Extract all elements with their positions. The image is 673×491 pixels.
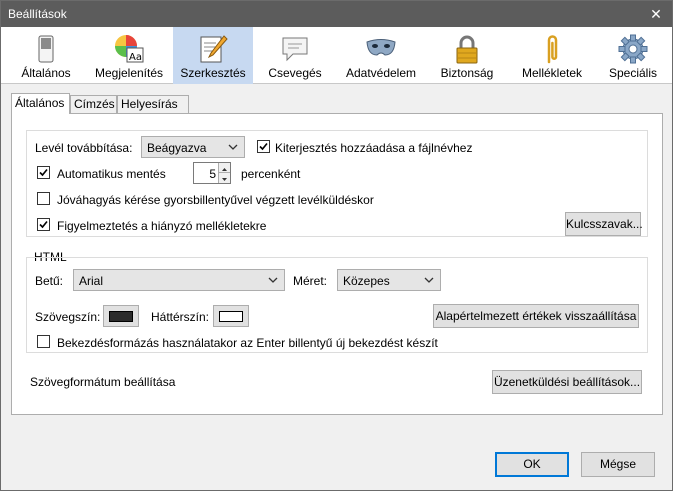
tab-altalanos[interactable]: Általános [7, 27, 85, 84]
checkmark-icon [39, 220, 48, 229]
cancel-button[interactable]: Mégse [581, 452, 655, 477]
tab-label: Mellékletek [521, 66, 583, 80]
stepper-up-icon[interactable] [218, 163, 230, 173]
autosave-unit: percenként [241, 167, 301, 181]
size-value: Közepes [343, 274, 390, 288]
tab-label: Általános [21, 66, 71, 80]
subtab-cimzes[interactable]: Címzés [70, 95, 117, 113]
send-options-button[interactable]: Üzenetküldési beállítások... [492, 370, 642, 394]
toggle-switch-icon [38, 35, 54, 63]
gear-icon [618, 34, 648, 64]
edit-document-icon [200, 35, 228, 63]
chevron-down-icon [268, 277, 278, 283]
confirm-label: Jóváhagyás kérése gyorsbillentyűvel végz… [57, 193, 374, 207]
html-group: Betű: Arial Méret: Közepes Szövegszín: H… [26, 257, 648, 353]
text-color-label: Szövegszín: [35, 310, 101, 324]
autosave-checkbox[interactable] [37, 166, 50, 179]
preferences-window: Beállítások ✕ Általános Aa Megjelenítés [0, 0, 673, 491]
text-format-label: Szövegformátum beállítása [30, 375, 176, 389]
autosave-stepper[interactable]: 5 [193, 162, 231, 184]
general-panel: Levél továbbítása: Beágyazva Kiterjeszté… [11, 113, 663, 415]
tab-label: Megjelenítés [94, 66, 164, 80]
checkmark-icon [39, 168, 48, 177]
title-bar: Beállítások ✕ [1, 1, 672, 27]
subtab-altalanos[interactable]: Általános [11, 93, 70, 114]
bg-color-label: Háttérszín: [151, 310, 210, 324]
general-group: Levél továbbítása: Beágyazva Kiterjeszté… [26, 130, 648, 237]
bg-color-picker[interactable] [213, 305, 249, 327]
tab-csevegés[interactable]: Csevegés [255, 27, 335, 84]
keywords-button[interactable]: Kulcsszavak... [565, 212, 643, 236]
tab-specialis[interactable]: Speciális [597, 27, 669, 84]
forward-select[interactable]: Beágyazva [141, 136, 245, 158]
font-value: Arial [79, 274, 104, 288]
ok-button[interactable]: OK [495, 452, 569, 477]
tab-biztonsag[interactable]: Biztonság [427, 27, 507, 84]
warn-attachments-label: Figyelmeztetés a hiányzó mellékletekre [57, 219, 267, 233]
stepper-down-icon[interactable] [218, 173, 230, 183]
text-color-swatch [109, 311, 133, 322]
autosave-value: 5 [209, 167, 216, 181]
forward-label: Levél továbbítása: [35, 141, 133, 155]
autosave-label: Automatikus mentés [57, 167, 166, 181]
tab-szerkesztes[interactable]: Szerkesztés [173, 27, 253, 84]
svg-text:Aa: Aa [129, 52, 142, 63]
lock-icon [456, 35, 478, 64]
extension-label: Kiterjesztés hozzáadása a fájlnévhez [275, 141, 473, 155]
tab-adatvedelem[interactable]: Adatvédelem [337, 27, 425, 84]
category-toolbar: Általános Aa Megjelenítés Szerkesztés Cs… [1, 27, 672, 84]
editing-content: Általános Címzés Helyesírás Levél tovább… [11, 93, 663, 415]
paperclip-icon [547, 35, 558, 64]
warn-attachments-checkbox[interactable] [37, 218, 50, 231]
size-label: Méret: [293, 274, 328, 288]
window-title: Beállítások [8, 7, 67, 21]
text-color-picker[interactable] [103, 305, 139, 327]
tab-mellekletek[interactable]: Mellékletek [509, 27, 595, 84]
tab-label: Szerkesztés [180, 66, 246, 80]
reset-defaults-button[interactable]: Alapértelmezett értékek visszaállítása [433, 304, 639, 328]
size-select[interactable]: Közepes [337, 269, 441, 291]
chat-bubble-icon [282, 37, 308, 62]
paragraph-checkbox[interactable] [37, 335, 50, 348]
font-select[interactable]: Arial [73, 269, 285, 291]
tab-label: Biztonság [440, 66, 494, 80]
color-font-icon: Aa [115, 35, 144, 63]
paragraph-label: Bekezdésformázás használatakor az Enter … [57, 336, 438, 350]
chevron-down-icon [228, 144, 238, 150]
close-icon[interactable]: ✕ [646, 4, 666, 24]
tab-label: Speciális [608, 66, 658, 80]
forward-value: Beágyazva [147, 141, 207, 155]
tab-label: Csevegés [268, 66, 322, 80]
font-label: Betű: [35, 274, 64, 288]
chevron-down-icon [424, 277, 434, 283]
checkmark-icon [259, 142, 268, 151]
tab-label: Adatvédelem [345, 66, 417, 80]
tab-megjelenites[interactable]: Aa Megjelenítés [87, 27, 171, 84]
bg-color-swatch [219, 311, 243, 322]
confirm-checkbox[interactable] [37, 192, 50, 205]
extension-checkbox[interactable] [257, 140, 270, 153]
subtab-helyesiras[interactable]: Helyesírás [117, 95, 189, 113]
mask-icon [366, 39, 396, 56]
